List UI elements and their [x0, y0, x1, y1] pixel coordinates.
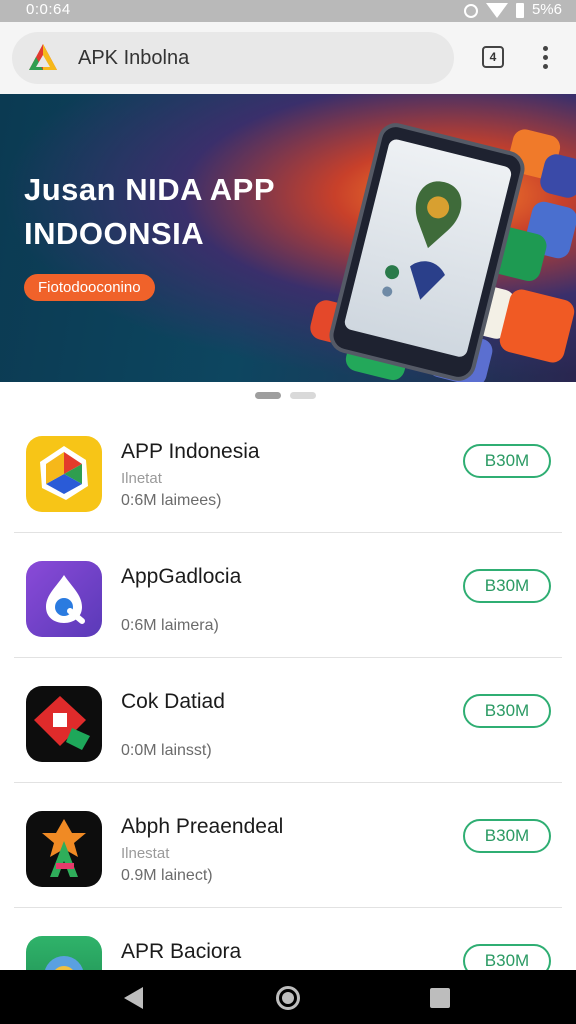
app-name: Abph Preaendeal [121, 815, 284, 838]
banner-title-line1: Jusan NIDA APP [24, 172, 276, 207]
app-meta: 0:6M laimees) [121, 492, 222, 509]
app-meta: 0:0M lainsst) [121, 742, 212, 759]
status-time: 0:0:64 [26, 1, 71, 18]
promo-banner[interactable]: Jusan NIDA APP INDOONSIA Fiotodooconino [0, 94, 576, 382]
app-icon-appgadlocia [26, 561, 102, 637]
list-item[interactable]: AppGadlocia 0:6M laimera) B30M [14, 533, 562, 658]
app-subtitle: Ilnetat [121, 470, 162, 487]
banner-title: Jusan NIDA APP INDOONSIA [24, 168, 275, 256]
install-button[interactable]: B30M [463, 819, 551, 853]
app-meta: 0.9M lainect) [121, 867, 213, 884]
install-button[interactable]: B30M [463, 694, 551, 728]
install-button[interactable]: B30M [463, 444, 551, 478]
carousel-dot-active[interactable] [255, 392, 281, 399]
app-name: Cok Datiad [121, 690, 225, 713]
back-icon[interactable] [124, 987, 143, 1009]
app-tile-icon [497, 286, 576, 366]
overflow-menu-icon[interactable] [536, 44, 556, 72]
install-button[interactable]: B30M [463, 569, 551, 603]
app-name: APP Indonesia [121, 440, 260, 463]
battery-icon [515, 3, 524, 18]
app-meta: 0:6M laimera) [121, 617, 219, 634]
system-nav-bar [0, 970, 576, 1024]
browser-toolbar: APK Inbolna 4 [0, 22, 576, 94]
tab-switcher-button[interactable]: 4 [482, 46, 504, 68]
app-name: APR Baciora [121, 940, 242, 963]
carousel-dot[interactable] [290, 392, 316, 399]
list-item[interactable]: APP Indonesia Ilnetat 0:6M laimees) B30M [14, 408, 562, 533]
app-name: AppGadlocia [121, 565, 242, 588]
banner-title-line2: INDOONSIA [24, 216, 205, 251]
status-icons: 5%6 [463, 1, 562, 18]
address-bar[interactable]: APK Inbolna [12, 32, 454, 84]
status-bar: 0:0:64 5%6 [0, 0, 576, 22]
home-icon[interactable] [276, 986, 300, 1010]
wifi-icon [485, 3, 508, 18]
banner-cta-button[interactable]: Fiotodooconino [24, 274, 155, 301]
phone-illustration [325, 119, 529, 382]
app-subtitle: Ilnestat [121, 845, 170, 862]
list-item[interactable]: Abph Preaendeal Ilnestat 0.9M lainect) B… [14, 783, 562, 908]
alarm-icon [463, 3, 478, 18]
url-text: APK Inbolna [78, 47, 190, 69]
app-icon-abph-preaendeal [26, 811, 102, 887]
carousel-indicator [0, 392, 576, 400]
list-item[interactable]: Cok Datiad 0:0M lainsst) B30M [14, 658, 562, 783]
app-icon-app-indonesia [26, 436, 102, 512]
app-icon-cok-datiad [26, 686, 102, 762]
site-logo-icon [29, 44, 57, 70]
recent-apps-icon[interactable] [430, 988, 450, 1008]
battery-percent: 5%6 [531, 1, 562, 18]
